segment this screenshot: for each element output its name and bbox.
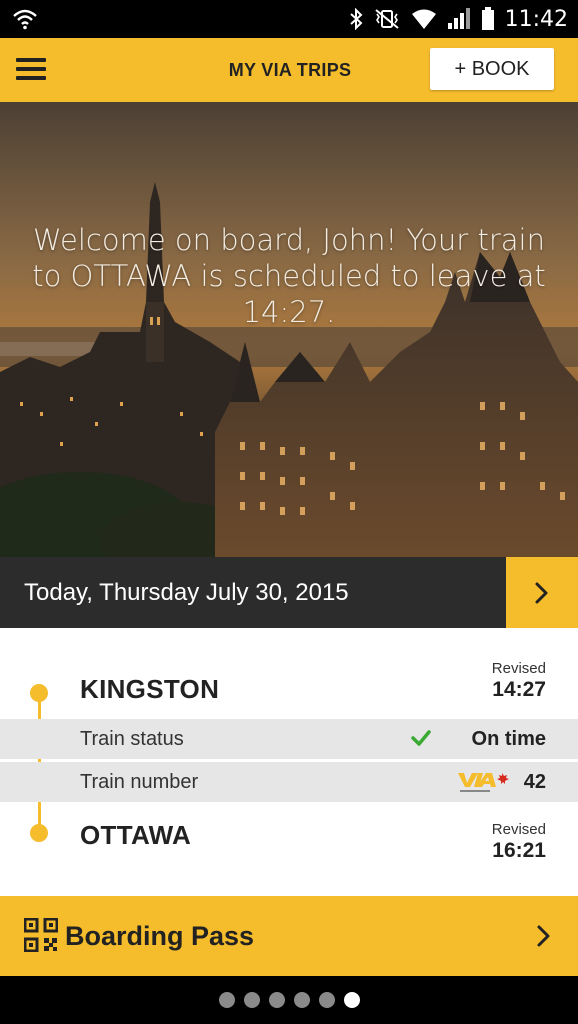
trip-card: KINGSTON Revised 14:27 Train status On t… [0,628,578,896]
departure-time: 14:27 [492,678,546,701]
departure-station: KINGSTON [80,674,220,704]
train-number-label: Train number [80,771,199,793]
chevron-right-icon [535,582,548,604]
next-date-button[interactable] [506,557,578,628]
hero-banner: Welcome on board, John! Your train to OT… [0,102,578,557]
page-dot[interactable] [343,992,360,1008]
arrival-time: 16:21 [492,839,546,862]
app-bar: MY VIA TRIPS + BOOK [0,38,578,102]
welcome-message: Welcome on board, John! Your train to OT… [32,223,546,329]
wifi-icon [411,9,436,29]
chevron-right-icon [537,925,550,947]
train-number-value: 42 [523,771,546,793]
train-status-value: On time [471,728,546,750]
page-dot[interactable] [293,992,310,1008]
qr-code-icon [24,918,58,952]
arrival-dot [30,824,48,842]
boarding-pass-label: Boarding Pass [65,921,255,951]
page-title: MY VIA TRIPS [228,60,352,80]
train-number-row: Train number 42 [0,762,578,802]
arrival-station: OTTAWA [80,820,192,850]
bluetooth-icon [349,8,363,30]
checkmark-icon [411,730,431,746]
arrival-revised-label: Revised [491,821,546,838]
page-dot[interactable] [243,992,260,1008]
book-button[interactable]: + BOOK [430,48,554,90]
page-dot[interactable] [218,992,235,1008]
boarding-pass-button[interactable]: Boarding Pass [0,896,578,976]
page-indicator [0,976,578,1024]
wifi-question-icon [13,9,37,30]
battery-icon [481,7,494,30]
page-dot[interactable] [318,992,335,1008]
status-bar: 11:42 [0,0,578,38]
trip-date: Today, Thursday July 30, 2015 [24,579,349,606]
page-dot[interactable] [268,992,285,1008]
vibrate-mute-icon [374,9,399,29]
departure-dot [30,684,48,702]
via-rail-logo [458,773,509,792]
hamburger-menu-icon[interactable] [16,58,46,82]
train-status-label: Train status [80,728,184,750]
departure-revised-label: Revised [491,660,546,677]
date-bar: Today, Thursday July 30, 2015 [0,557,578,628]
clock: 11:42 [504,6,568,32]
train-status-row: Train status On time [0,719,578,759]
signal-icon [447,8,470,29]
